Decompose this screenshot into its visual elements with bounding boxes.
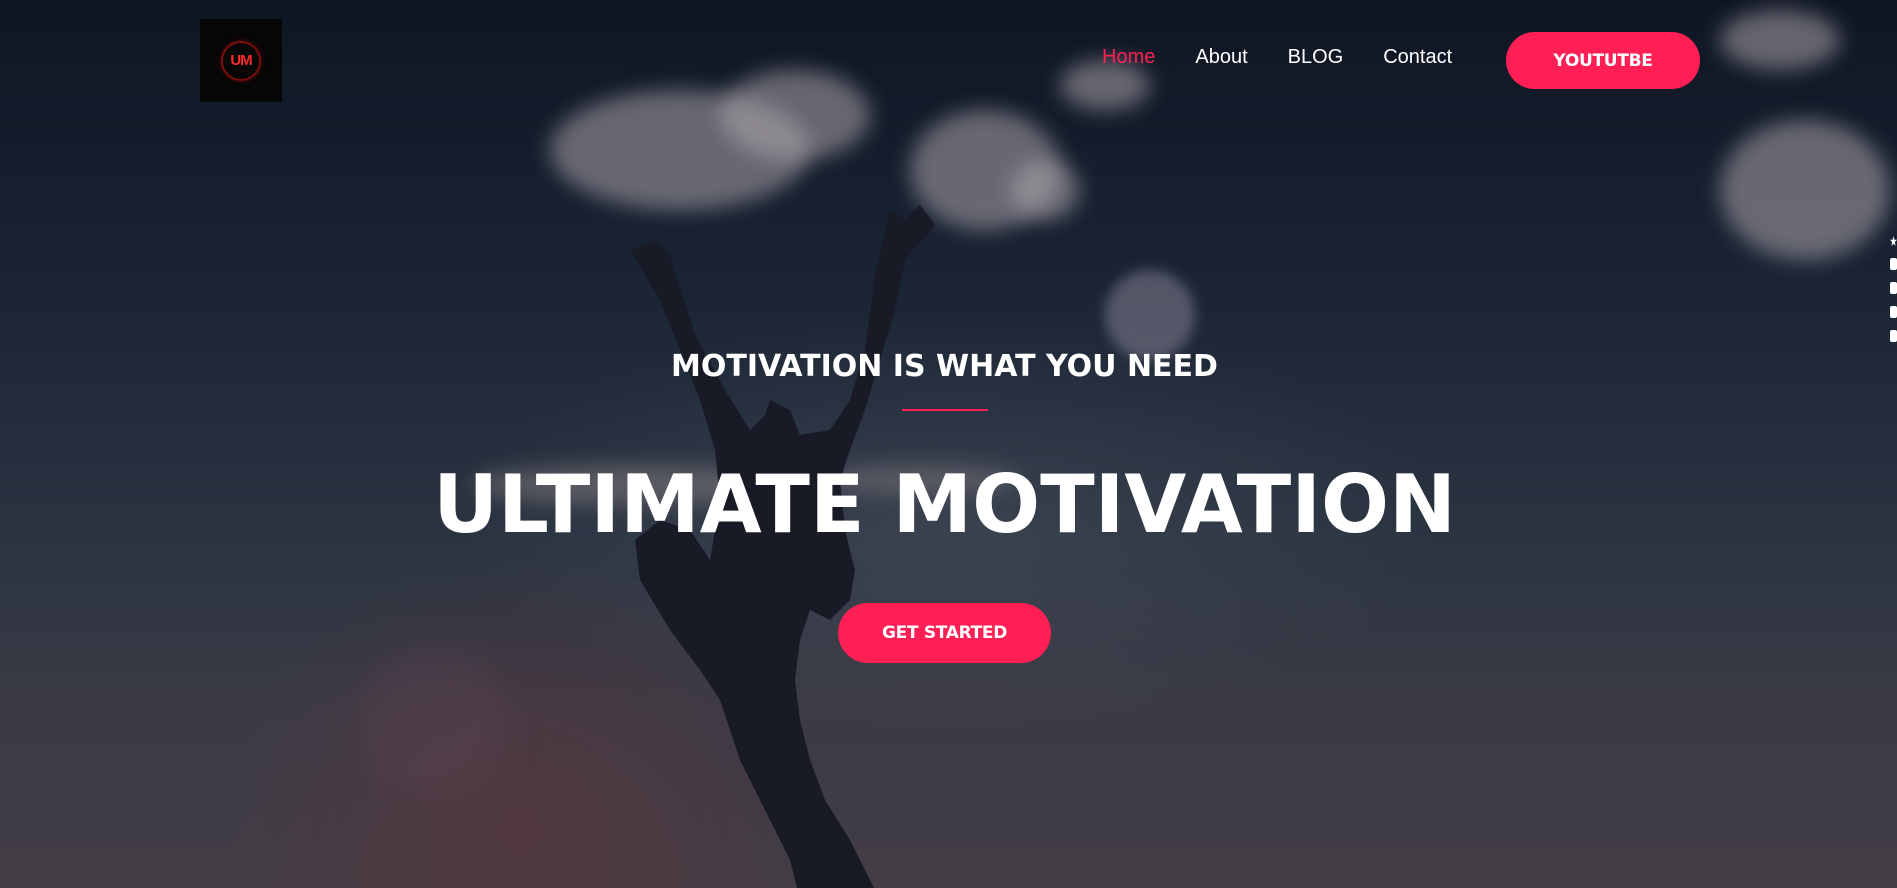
main-nav: Home About BLOG Contact <box>1102 46 1452 69</box>
hero-section: UM Home About BLOG Contact YOUTUTBE MOTI… <box>0 0 1897 888</box>
youtube-button[interactable]: YOUTUTBE <box>1506 32 1700 89</box>
nav-item-about[interactable]: About <box>1195 46 1247 69</box>
get-started-button[interactable]: GET STARTED <box>838 603 1051 663</box>
nav-item-contact[interactable]: Contact <box>1383 46 1452 69</box>
hero-divider <box>902 409 988 411</box>
nav-item-home[interactable]: Home <box>1102 46 1155 69</box>
nav-item-blog[interactable]: BLOG <box>1288 46 1344 69</box>
square-icon[interactable] <box>1890 258 1897 270</box>
gear-icon[interactable] <box>1890 330 1897 342</box>
side-toolbar <box>1890 236 1897 342</box>
square-icon[interactable] <box>1890 282 1897 294</box>
um-logo-icon: UM <box>221 40 261 81</box>
logo-text: UM <box>230 52 252 69</box>
dark-overlay <box>0 0 1897 888</box>
hero-subtitle: MOTIVATION IS WHAT YOU NEED <box>671 349 1218 384</box>
copy-icon[interactable] <box>1890 306 1897 318</box>
hero-title: ULTIMATE MOTIVATION <box>433 458 1456 551</box>
site-logo[interactable]: UM <box>200 19 282 102</box>
star-icon[interactable] <box>1890 236 1897 246</box>
